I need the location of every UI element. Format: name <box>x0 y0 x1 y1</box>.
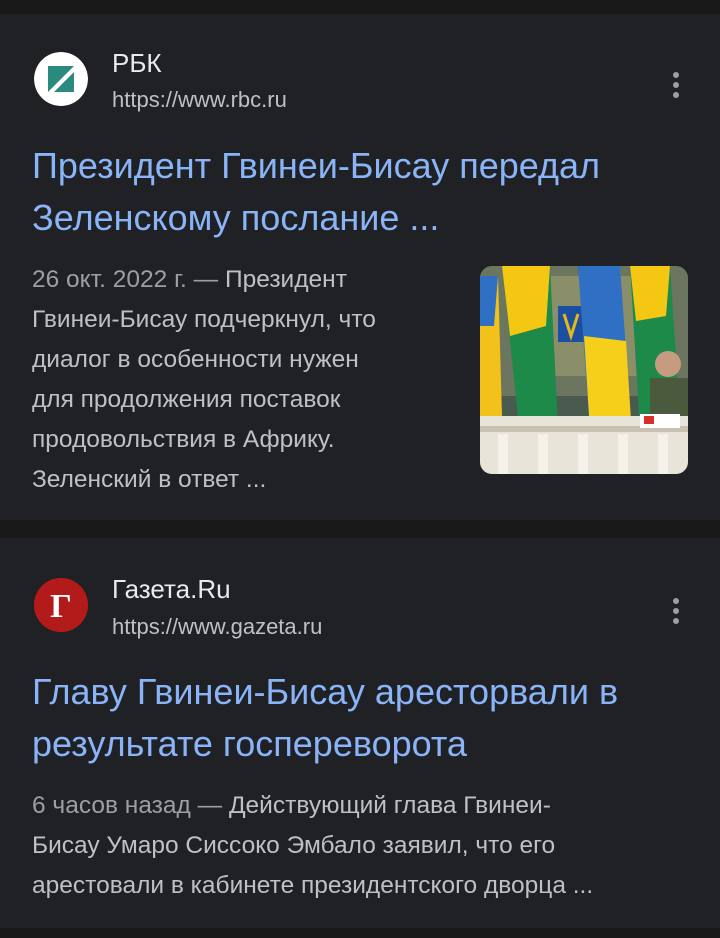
result-date: 26 окт. 2022 г. <box>32 266 187 293</box>
site-name[interactable]: Газета.Ru <box>112 574 231 604</box>
result-snippet-line: 26 окт. 2022 г. — Президент <box>32 266 347 293</box>
result-title-line[interactable]: Главу Гвинеи-Бисау aресторвали в <box>32 666 618 718</box>
result-snippet-line: продовольствия в Африку. <box>32 426 335 453</box>
result-snippet-line: Гвинеи-Бисау подчеркнул, что <box>32 306 376 333</box>
rbc-logo-icon <box>34 52 88 106</box>
more-options-icon[interactable] <box>666 70 686 100</box>
result-title-line[interactable]: Президент Гвинеи-Бисау передал <box>32 140 600 192</box>
site-url[interactable]: https://www.rbc.ru <box>112 87 287 113</box>
result-snippet-line: Зеленский в ответ ... <box>32 466 267 493</box>
more-options-icon[interactable] <box>666 596 686 626</box>
result-snippet-line: арестовали в кабинете президентского дво… <box>32 872 594 899</box>
result-date: 6 часов назад <box>32 792 191 819</box>
site-url[interactable]: https://www.gazeta.ru <box>112 614 322 640</box>
result-title-line[interactable]: Зеленскому послание ... <box>32 192 439 244</box>
result-snippet-line: Бисау Умаро Сиссоко Эмбало заявил, что е… <box>32 832 556 859</box>
result-snippet-line: 6 часов назад — Действующий глава Гвинеи… <box>32 792 551 819</box>
search-result-card[interactable]: Г Газета.Ru https://www.gazeta.ru Главу … <box>0 538 720 928</box>
result-snippet-line: диалог в особенности нужен <box>32 346 359 373</box>
gazeta-logo-icon: Г <box>34 578 88 632</box>
result-snippet-line: для продолжения поставок <box>32 386 341 413</box>
result-title-line[interactable]: результате госпереворота <box>32 718 467 770</box>
result-thumbnail[interactable] <box>480 266 688 474</box>
search-result-card[interactable]: РБК https://www.rbc.ru Президент Гвинеи-… <box>0 14 720 520</box>
svg-text:Г: Г <box>50 588 72 625</box>
site-name[interactable]: РБК <box>112 48 162 78</box>
